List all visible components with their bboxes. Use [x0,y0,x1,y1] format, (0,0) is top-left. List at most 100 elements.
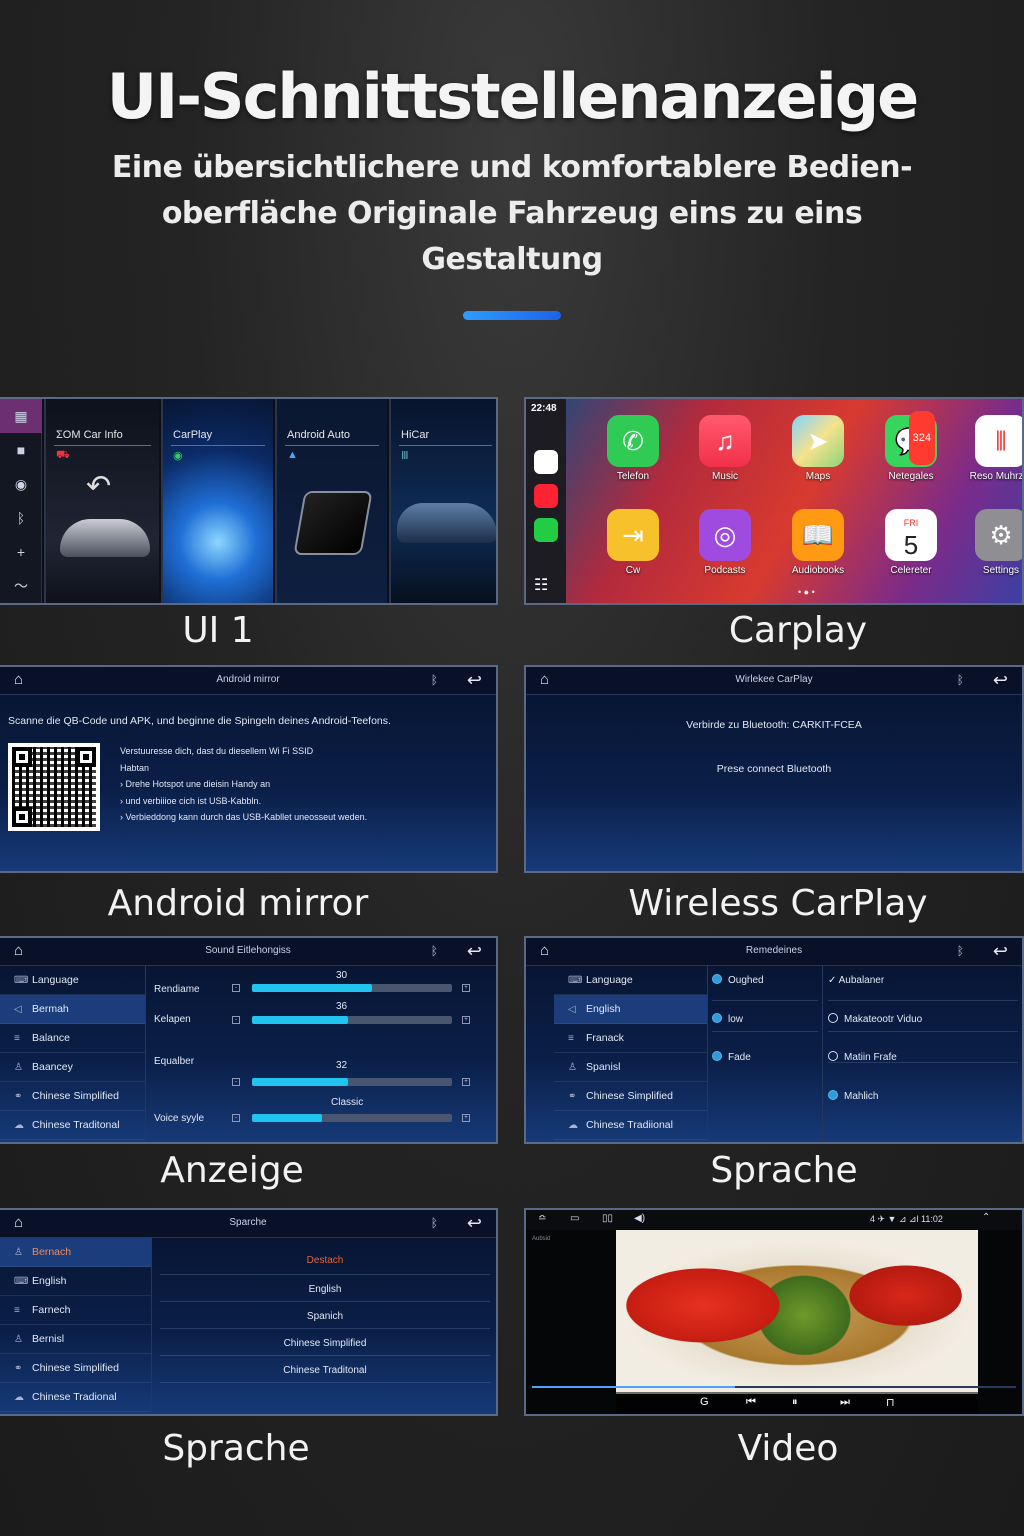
bluetooth-icon: ᛒ [430,673,438,687]
app-messages[interactable]: 💬324 Netegales [876,411,946,482]
card-hicar[interactable]: HiCar Ⅲ [389,399,496,603]
next-icon[interactable]: ⏭ [840,1396,850,1409]
card-carplay[interactable]: CarPlay ◉ [161,399,273,603]
menu-item-language[interactable]: ⌨ Language [554,966,707,995]
menu-item-english[interactable]: ◁ English [554,995,707,1024]
menu-item-french[interactable]: ≡ Franack [554,1024,707,1053]
phone-icon: ✆ [607,415,659,467]
hero: UI-Schnittstellenanzeige Eine übersichtl… [0,60,1024,320]
back-icon[interactable]: ↩ [993,670,1008,691]
menu-item-chinese-simplified[interactable]: ⚭ Chinese Simplified [0,1082,145,1111]
caption-anzeige: Anzeige [160,1150,304,1191]
increase-button[interactable]: + [462,984,470,992]
music-small-icon[interactable] [534,484,558,508]
menu-item-sound[interactable]: ◁ Bermah [0,995,145,1024]
chevron-up-icon[interactable]: ⌃ [982,1212,990,1223]
android-mirror-screenshot: ⌂ Android mirror ᛒ ↩ Scanne die QB-Code … [0,665,498,873]
option-item[interactable]: Matiin Frafe [828,1032,1018,1063]
menu-item-balance[interactable]: ≡ Balance [0,1024,145,1053]
window-icon[interactable]: ▭ [570,1213,579,1224]
menu-item-language[interactable]: ⌨ Language [0,966,145,995]
maps-small-icon[interactable] [534,450,558,474]
option-item[interactable]: Makateootr Viduo [828,1001,1018,1032]
android-auto-icon: ▲ [287,449,298,461]
screen-title: Sound Eitlehongiss [205,945,291,956]
increase-button[interactable]: + [462,1016,470,1024]
menu-item-spanish[interactable]: ♙ Spanisl [554,1053,707,1082]
decrease-button[interactable]: - [232,1114,240,1122]
calendar-icon: FRI 5 [885,509,937,561]
person-icon: ♙ [14,1247,23,1258]
bluetooth-icon[interactable]: ᛒ [0,501,42,535]
radio-icon [712,1051,722,1061]
app-calendar[interactable]: FRI 5 Celereter [876,509,946,576]
option-item[interactable]: Fade [712,1032,818,1063]
app-music[interactable]: ♫ Music [690,415,760,482]
option-item[interactable]: ✓ Aubalaner [828,970,1018,1001]
option-item[interactable]: Mahlich [828,1063,1018,1102]
menu-item-french[interactable]: ≡ Farnech [0,1296,151,1325]
phone-image [293,491,373,555]
app-podcast-radio[interactable]: ⫴ Reso Muhrzer [966,415,1022,482]
language-option[interactable]: Chinese Traditonal [160,1356,490,1383]
app-podcasts[interactable]: ◎ Podcasts [690,509,760,576]
menu-item-chinese-traditional[interactable]: ☁ Chinese Tradiional [554,1111,707,1140]
menu-item-baancey[interactable]: ♙ Baancey [0,1053,145,1082]
increase-button[interactable]: + [462,1078,470,1086]
menu-item-chinese-simplified[interactable]: ⚭ Chinese Simplified [554,1082,707,1111]
balance-slider[interactable] [252,1016,452,1024]
increase-button[interactable]: + [462,1114,470,1122]
signal-icon[interactable]: 〜 [0,569,42,603]
back-icon[interactable]: ↩ [993,941,1008,962]
menu-item-chinese-traditional[interactable]: ☁ Chinese Tradional [0,1383,151,1412]
decrease-button[interactable]: - [232,1016,240,1024]
card-car-info[interactable]: ΣOM Car Info ⛟ ↶ [44,399,159,603]
decrease-button[interactable]: - [232,984,240,992]
camera-icon[interactable]: ■ [0,433,42,467]
loop-icon[interactable]: G [700,1396,709,1408]
qr-code[interactable] [8,743,100,831]
apps-icon[interactable]: ▦ [0,399,42,433]
option-item[interactable]: Oughed [712,970,818,1001]
menu-icon[interactable]: ≏ [538,1213,546,1224]
language-option[interactable]: English [160,1275,490,1302]
app-cw[interactable]: ⇥ Cw [598,509,668,576]
language-option[interactable]: Chinese Simplified [160,1329,490,1356]
option-item[interactable]: low [712,1001,818,1032]
phone-small-icon[interactable] [534,518,558,542]
split-icon[interactable]: ▯▯ [602,1213,613,1224]
card-android-auto[interactable]: Android Auto ▲ [275,399,387,603]
app-telefon[interactable]: ✆ Telefon [598,415,668,482]
progress-bar[interactable] [532,1386,1016,1388]
playlist-icon[interactable]: ⊓ [886,1396,895,1409]
back-icon[interactable]: ↩ [467,941,482,962]
menu-item-bernisl[interactable]: ♙ Bernisl [0,1325,151,1354]
video-frame[interactable] [616,1230,978,1394]
back-icon[interactable]: ↩ [467,670,482,691]
menu-item-chinese-traditional[interactable]: ☁ Chinese Traditonal [0,1111,145,1140]
dial-icon[interactable]: ◉ [0,467,42,501]
menu-item-chinese-simplified[interactable]: ⚭ Chinese Simplified [0,1354,151,1383]
app-label: Podcasts [704,565,746,576]
link-icon: ⚭ [14,1363,23,1374]
voice-style-slider[interactable] [252,1114,452,1122]
equalizer-slider[interactable] [252,1078,452,1086]
dashboard-icon[interactable]: ☷ [534,575,548,595]
app-maps[interactable]: ➤ Maps [783,415,853,482]
menu-label: Chinese Traditonal [32,1119,120,1131]
volume-icon[interactable]: ◀) [634,1213,645,1224]
person-icon: ♙ [14,1334,23,1345]
decrease-button[interactable]: - [232,1078,240,1086]
pause-icon[interactable]: ⏸ [792,1396,798,1409]
menu-item-english[interactable]: ⌨ English [0,1267,151,1296]
volume-slider[interactable] [252,984,452,992]
previous-icon[interactable]: ⏮ [746,1396,756,1409]
plus-icon[interactable]: + [0,535,42,569]
menu-item-bernach[interactable]: ♙ Bernach [0,1238,151,1267]
app-settings[interactable]: ⚙ Settings [966,509,1022,576]
language-option-selected[interactable]: Destach [160,1248,490,1275]
app-audiobooks[interactable]: 📖 Audiobooks [783,509,853,576]
back-icon[interactable]: ↩ [467,1213,482,1234]
language-option[interactable]: Spanich [160,1302,490,1329]
radio-icon [828,1013,838,1023]
